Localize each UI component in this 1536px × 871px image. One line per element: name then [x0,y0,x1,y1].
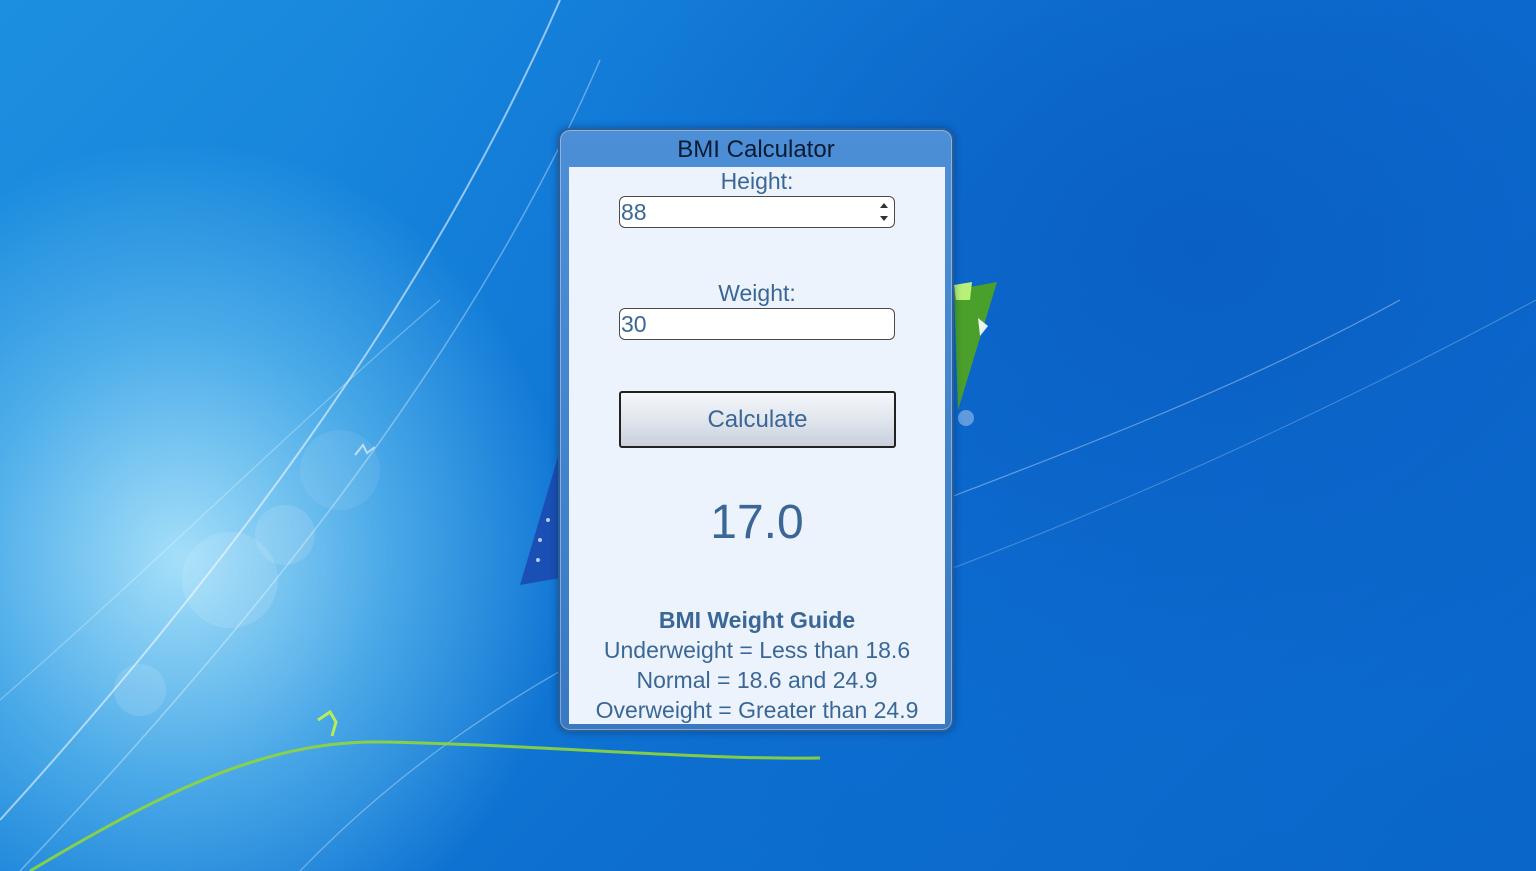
height-value: 88 [621,199,647,225]
bmi-result: 17.0 [710,496,804,549]
guide-underweight: Underweight = Less than 18.6 [603,637,911,663]
desktop: BMI Calculator Height: 88 Weight: 30 Cal… [0,0,1536,871]
gadget-title: BMI Calculator [677,136,835,163]
guide-overweight: Overweight = Greater than 24.9 [595,697,919,723]
spin-down-icon[interactable] [880,216,888,221]
gadget-body: Height: 88 Weight: 30 Calculate 17.0 BMI… [569,167,945,724]
calculate-button[interactable]: Calculate [619,391,896,448]
height-label: Height: [720,168,794,194]
weight-label: Weight: [718,280,796,306]
spin-up-icon[interactable] [880,203,888,208]
guide-title: BMI Weight Guide [658,607,856,633]
height-spinner[interactable] [878,200,890,224]
weight-input[interactable]: 30 [619,308,895,340]
bmi-calculator-gadget: BMI Calculator Height: 88 Weight: 30 Cal… [558,128,954,732]
guide-normal: Normal = 18.6 and 24.9 [636,667,878,693]
height-input[interactable]: 88 [619,196,895,228]
weight-value: 30 [621,311,647,337]
bmi-weight-guide: BMI Weight Guide Underweight = Less than… [569,605,945,725]
